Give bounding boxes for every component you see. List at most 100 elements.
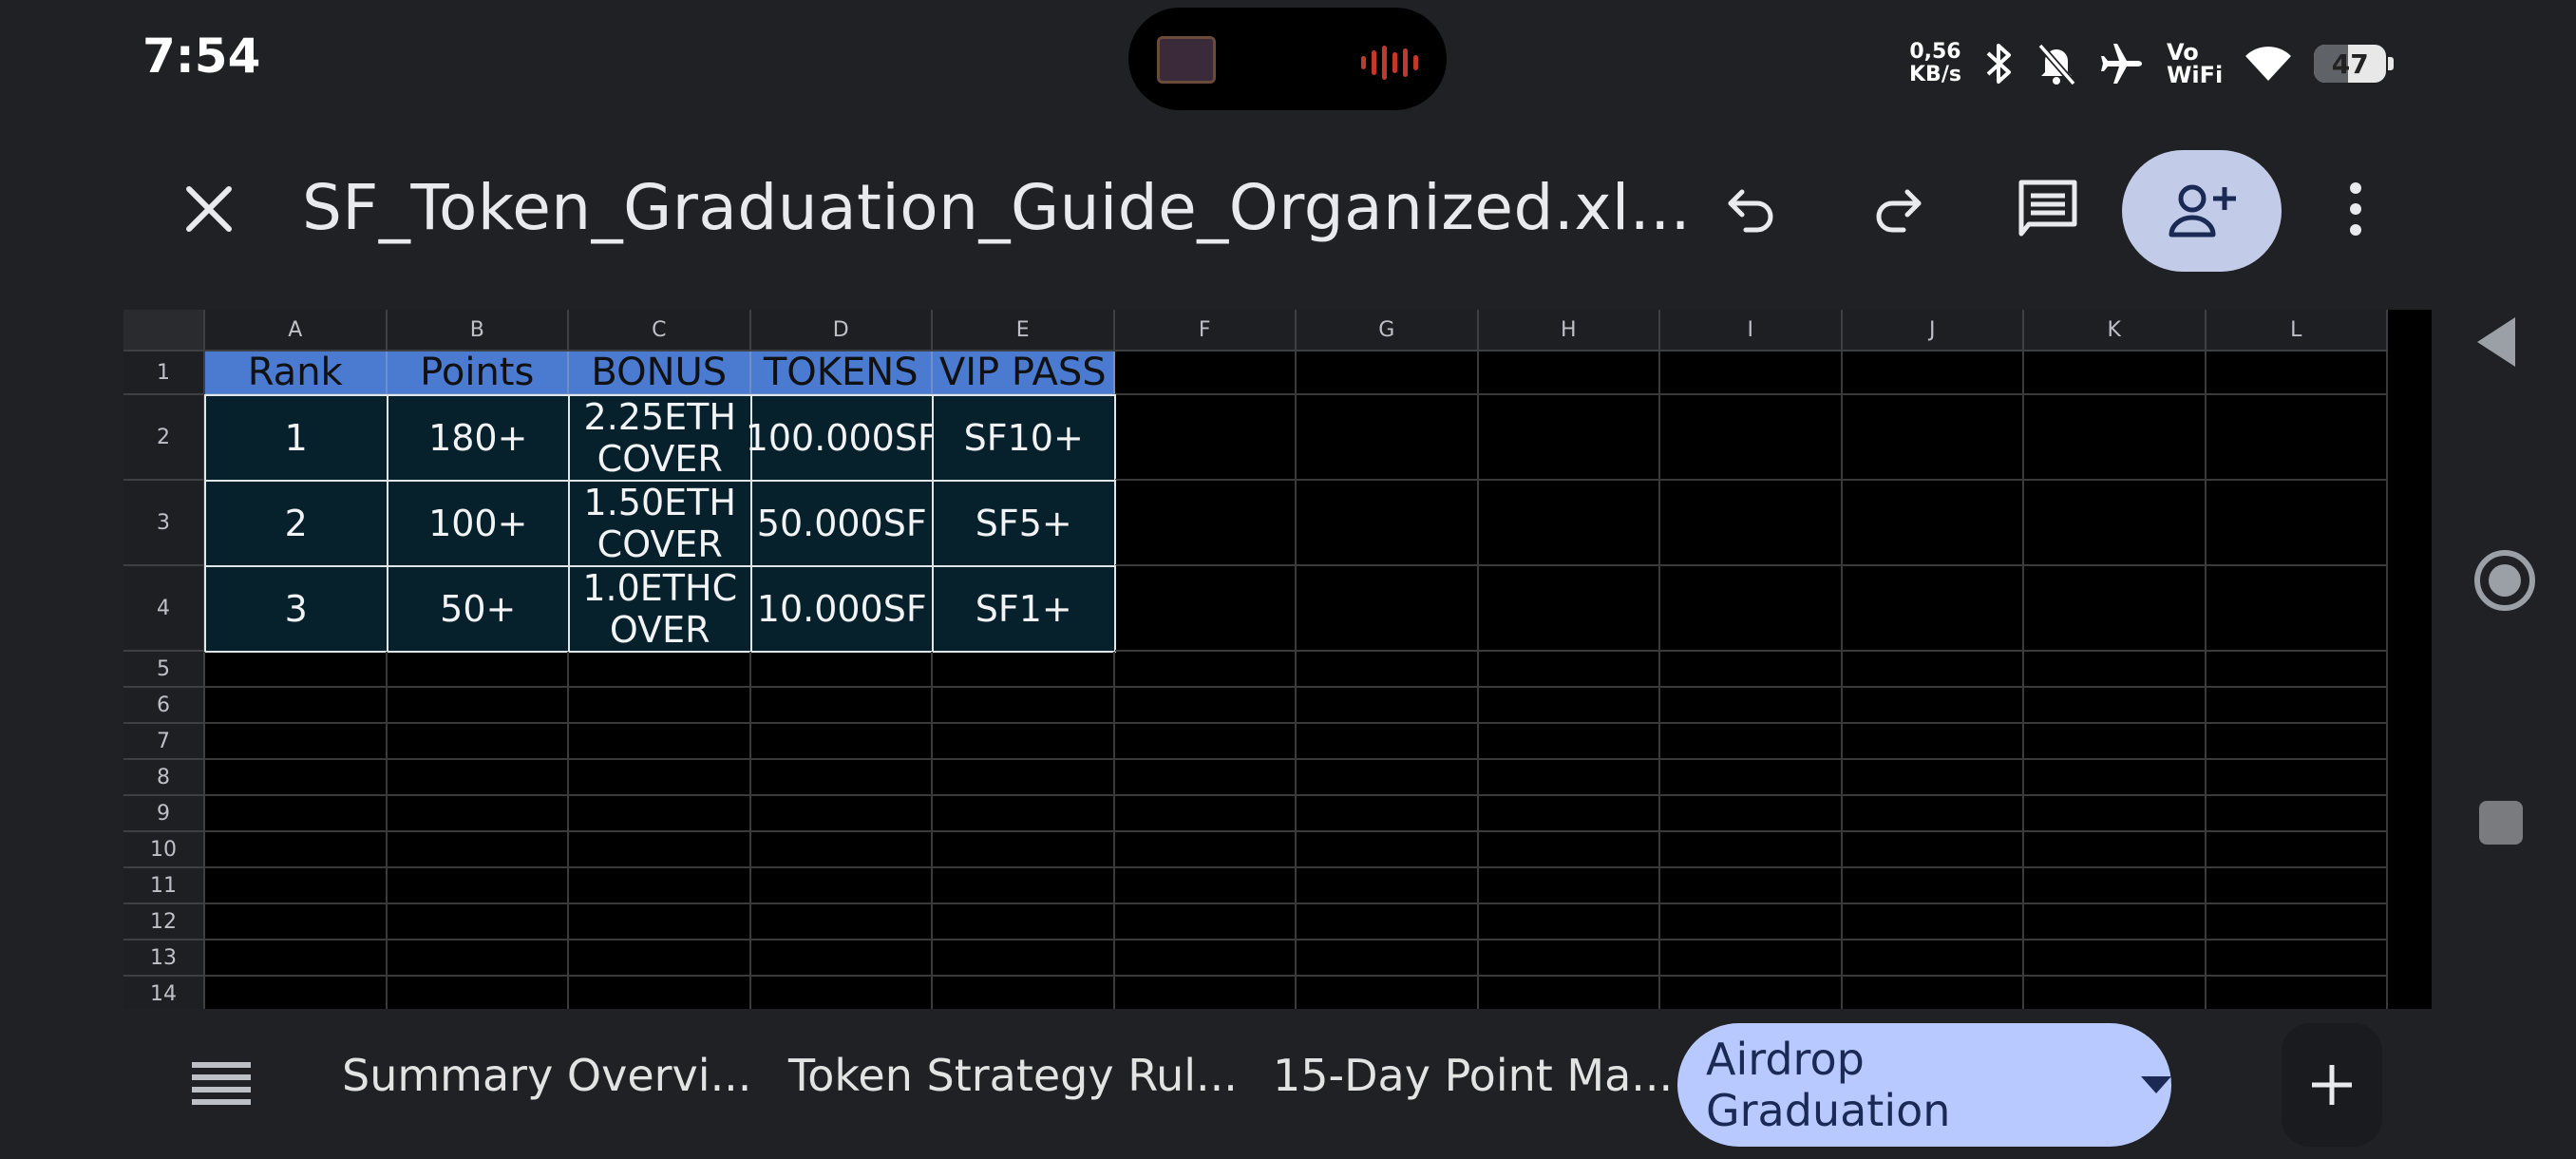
- cell[interactable]: [387, 688, 569, 724]
- column-header[interactable]: E: [933, 310, 1115, 352]
- cell[interactable]: [2024, 481, 2207, 566]
- cell[interactable]: [2206, 832, 2388, 868]
- cell[interactable]: [750, 724, 933, 760]
- column-header[interactable]: C: [569, 310, 751, 352]
- cell[interactable]: [1660, 481, 1843, 566]
- cell[interactable]: [387, 904, 569, 940]
- row-header[interactable]: 7: [123, 724, 205, 760]
- row-header[interactable]: 8: [123, 760, 205, 796]
- cell[interactable]: [387, 868, 569, 904]
- cell[interactable]: [205, 652, 388, 688]
- sheet-tab-airdrop-graduation[interactable]: Airdrop Graduation: [1677, 1023, 2171, 1147]
- cell[interactable]: [387, 652, 569, 688]
- cell[interactable]: [387, 796, 569, 832]
- row-header[interactable]: 1: [123, 352, 205, 395]
- cell[interactable]: [1478, 796, 1660, 832]
- cell[interactable]: [569, 832, 751, 868]
- cell[interactable]: [1842, 481, 2024, 566]
- cell[interactable]: [569, 796, 751, 832]
- row-header[interactable]: 2: [123, 395, 205, 481]
- cell[interactable]: [388, 977, 569, 1009]
- cell[interactable]: [1660, 724, 1843, 760]
- cell[interactable]: [2206, 352, 2388, 395]
- cell[interactable]: [1297, 940, 1479, 977]
- cell[interactable]: [1842, 395, 2024, 481]
- cell[interactable]: [1842, 868, 2024, 904]
- data-cell[interactable]: 10.000SF: [749, 565, 934, 653]
- add-sheet-button[interactable]: [2282, 1023, 2382, 1147]
- column-header[interactable]: F: [1114, 310, 1297, 352]
- cell[interactable]: [933, 868, 1115, 904]
- cell[interactable]: [569, 652, 751, 688]
- cell[interactable]: [1297, 481, 1479, 566]
- cell[interactable]: [1114, 940, 1297, 977]
- cell[interactable]: [2206, 688, 2388, 724]
- cell[interactable]: [2024, 724, 2207, 760]
- cell[interactable]: [1660, 868, 1843, 904]
- cell[interactable]: [569, 868, 751, 904]
- cell[interactable]: [1114, 760, 1297, 796]
- cell[interactable]: [750, 940, 933, 977]
- row-header[interactable]: 4: [123, 566, 205, 652]
- data-cell[interactable]: SF5+: [932, 480, 1116, 567]
- cell[interactable]: [750, 652, 933, 688]
- cell[interactable]: [750, 904, 933, 940]
- cell[interactable]: [1660, 796, 1843, 832]
- cell[interactable]: [1297, 566, 1479, 652]
- data-cell[interactable]: 1.50ETH COVER: [568, 480, 752, 567]
- row-header[interactable]: 12: [123, 904, 205, 940]
- row-header[interactable]: 14: [123, 977, 205, 1009]
- cell[interactable]: [1114, 395, 1297, 481]
- share-button[interactable]: [2122, 150, 2282, 272]
- data-cell[interactable]: 3: [204, 565, 388, 653]
- cell[interactable]: [1842, 796, 2024, 832]
- cell[interactable]: [2206, 760, 2388, 796]
- undo-button[interactable]: [1714, 171, 1790, 247]
- data-cell[interactable]: 1.0ETHC OVER: [568, 565, 752, 653]
- cell[interactable]: [1114, 566, 1297, 652]
- row-header[interactable]: 5: [123, 652, 205, 688]
- cell[interactable]: [2206, 481, 2388, 566]
- cell[interactable]: [933, 977, 1115, 1009]
- cell[interactable]: [387, 940, 569, 977]
- cell[interactable]: [1478, 652, 1660, 688]
- cell[interactable]: [569, 940, 751, 977]
- cell[interactable]: [1114, 868, 1297, 904]
- cell[interactable]: [205, 977, 388, 1009]
- cell[interactable]: [2206, 868, 2388, 904]
- cell[interactable]: [1842, 652, 2024, 688]
- cell[interactable]: [750, 688, 933, 724]
- sheet-tab-token-strategy[interactable]: Token Strategy Rul...: [788, 1050, 1238, 1101]
- cell[interactable]: [1297, 724, 1479, 760]
- cell[interactable]: [2206, 566, 2388, 652]
- cell[interactable]: [2024, 352, 2207, 395]
- cell[interactable]: [1478, 395, 1660, 481]
- data-cell[interactable]: 50.000SF: [749, 480, 934, 567]
- header-cell[interactable]: Points: [387, 351, 569, 395]
- cell[interactable]: [1297, 652, 1479, 688]
- cell[interactable]: [1842, 688, 2024, 724]
- cell[interactable]: [2024, 395, 2207, 481]
- spreadsheet-grid[interactable]: A B C D E F G H I J K L 1 Rank Points BONUS TOKENS VIP PA…: [123, 310, 2432, 1009]
- cell[interactable]: [1479, 977, 1660, 1009]
- cell[interactable]: [205, 688, 388, 724]
- cell[interactable]: [1660, 395, 1843, 481]
- row-header[interactable]: 11: [123, 868, 205, 904]
- cell[interactable]: [2024, 940, 2207, 977]
- cell[interactable]: [1297, 395, 1479, 481]
- cell[interactable]: [205, 796, 388, 832]
- cell[interactable]: [1660, 760, 1843, 796]
- cell[interactable]: [387, 832, 569, 868]
- column-header[interactable]: D: [750, 310, 933, 352]
- cell[interactable]: [1842, 940, 2024, 977]
- cell[interactable]: [933, 940, 1115, 977]
- cell[interactable]: [1478, 724, 1660, 760]
- cell[interactable]: [1478, 832, 1660, 868]
- cell[interactable]: [933, 652, 1115, 688]
- cell[interactable]: [933, 832, 1115, 868]
- cell[interactable]: [387, 724, 569, 760]
- data-cell[interactable]: 50+: [386, 565, 570, 653]
- back-nav-icon[interactable]: [2473, 314, 2521, 370]
- cell[interactable]: [750, 760, 933, 796]
- cell[interactable]: [2024, 688, 2207, 724]
